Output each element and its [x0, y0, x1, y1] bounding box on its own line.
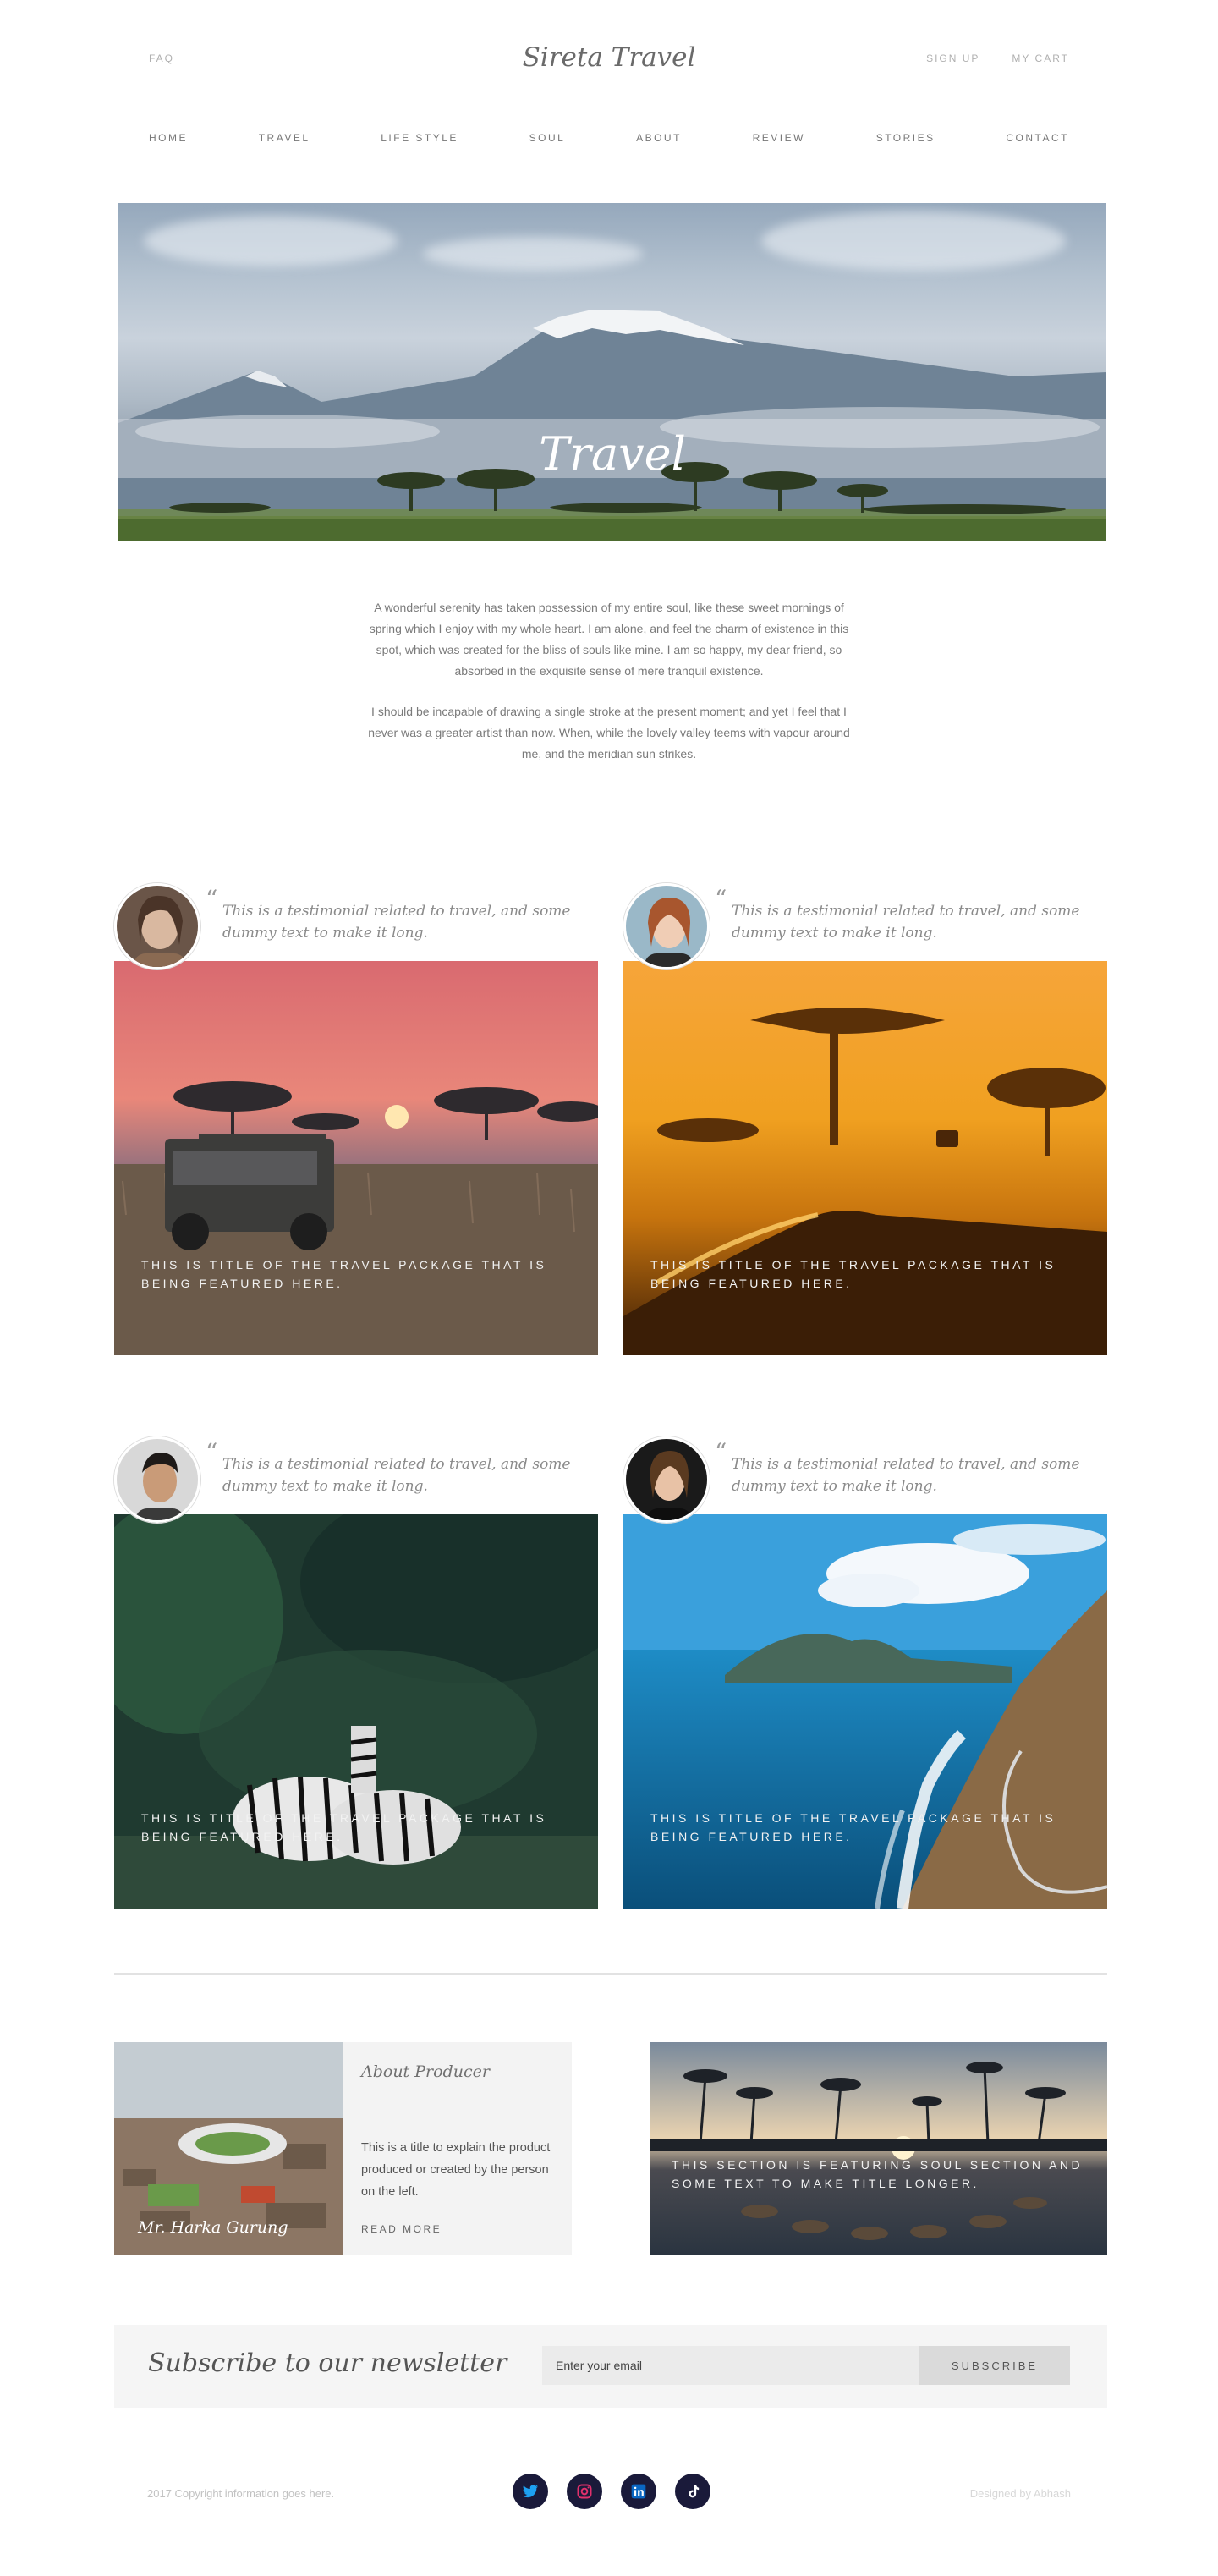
nav-item-contact[interactable]: CONTACT: [1006, 132, 1069, 144]
designer-credit: Designed by Abhash: [969, 2487, 1071, 2500]
sign-up-link[interactable]: SIGN UP: [926, 52, 979, 64]
intro-text: A wonderful serenity has taken possessio…: [365, 597, 853, 765]
nav-item-stories[interactable]: STORIES: [876, 132, 935, 144]
nav-item-about[interactable]: ABOUT: [636, 132, 682, 144]
soul-title: THIS SECTION IS FEATURING SOUL SECTION A…: [672, 2158, 1084, 2190]
email-field[interactable]: [542, 2346, 919, 2385]
card-title: THIS IS TITLE OF THE TRAVEL PACKAGE THAT…: [141, 1811, 547, 1843]
cart-link[interactable]: MY CART: [1012, 52, 1069, 64]
tiktok-icon[interactable]: [675, 2474, 710, 2509]
intro-paragraph: A wonderful serenity has taken possessio…: [369, 601, 849, 678]
testimonial-text: This is a testimonial related to travel,…: [732, 1456, 1080, 1495]
account-links: SIGN UP MY CART: [926, 52, 1069, 64]
producer-card: Mr. Harka Gurung About Producer This is …: [114, 2042, 572, 2255]
intro-paragraph: I should be incapable of drawing a singl…: [368, 705, 850, 761]
nav-item-travel[interactable]: TRAVEL: [259, 132, 310, 144]
testimonial-text: This is a testimonial related to travel,…: [222, 903, 571, 942]
producer-description: This is a title to explain the product p…: [361, 2141, 551, 2199]
nav-item-review[interactable]: REVIEW: [753, 132, 805, 144]
travel-photo[interactable]: THIS IS TITLE OF THE TRAVEL PACKAGE THAT…: [623, 1514, 1107, 1909]
producer-name: Mr. Harka Gurung: [138, 2218, 288, 2237]
card-title: THIS IS TITLE OF THE TRAVEL PACKAGE THAT…: [141, 1258, 547, 1290]
section-divider: [114, 1973, 1107, 1975]
nav-item-soul[interactable]: SOUL: [529, 132, 566, 144]
avatar: [623, 1436, 710, 1523]
avatar: [623, 883, 710, 969]
producer-photo: Mr. Harka Gurung: [114, 2042, 343, 2255]
travel-photo[interactable]: THIS IS TITLE OF THE TRAVEL PACKAGE THAT…: [114, 1514, 598, 1909]
travel-card[interactable]: “ This is a testimonial related to trave…: [623, 1436, 1107, 1909]
instagram-icon[interactable]: [567, 2474, 602, 2509]
linkedin-icon[interactable]: [621, 2474, 656, 2509]
testimonial-text: This is a testimonial related to travel,…: [222, 1456, 571, 1495]
travel-card[interactable]: “ This is a testimonial related to trave…: [623, 883, 1107, 1355]
hero-banner: Travel: [118, 203, 1106, 541]
travel-photo[interactable]: THIS IS TITLE OF THE TRAVEL PACKAGE THAT…: [114, 961, 598, 1355]
subscribe-button[interactable]: SUBSCRIBE: [919, 2346, 1070, 2385]
card-title: THIS IS TITLE OF THE TRAVEL PACKAGE THAT…: [650, 1811, 1056, 1843]
travel-card[interactable]: “ This is a testimonial related to trave…: [114, 883, 598, 1355]
avatar: [114, 1436, 200, 1523]
main-nav: HOME TRAVEL LIFE STYLE SOUL ABOUT REVIEW…: [149, 132, 1069, 144]
testimonial-text: This is a testimonial related to travel,…: [732, 903, 1080, 942]
twitter-icon[interactable]: [513, 2474, 548, 2509]
hero-landscape: [118, 310, 1106, 541]
hero-title: Travel: [539, 427, 686, 481]
quote-icon: “: [206, 885, 218, 913]
quote-icon: “: [715, 1438, 727, 1466]
quote-icon: “: [715, 885, 727, 913]
soul-feature[interactable]: THIS SECTION IS FEATURING SOUL SECTION A…: [650, 2042, 1107, 2255]
card-title: THIS IS TITLE OF THE TRAVEL PACKAGE THAT…: [650, 1258, 1056, 1290]
avatar: [114, 883, 200, 969]
producer-heading: About Producer: [361, 2062, 490, 2081]
top-bar: FAQ Sireta Travel SIGN UP MY CART: [0, 0, 1218, 118]
social-links: [513, 2474, 710, 2509]
newsletter-section: Subscribe to our newsletter SUBSCRIBE: [114, 2325, 1107, 2408]
nav-item-life-style[interactable]: LIFE STYLE: [381, 132, 458, 144]
copyright-text: 2017 Copyright information goes here.: [147, 2487, 335, 2500]
newsletter-title: Subscribe to our newsletter: [148, 2348, 508, 2378]
nav-item-home[interactable]: HOME: [149, 132, 188, 144]
quote-icon: “: [206, 1438, 218, 1466]
travel-card[interactable]: “ This is a testimonial related to trave…: [114, 1436, 598, 1909]
read-more-link[interactable]: READ MORE: [361, 2223, 442, 2235]
travel-photo[interactable]: THIS IS TITLE OF THE TRAVEL PACKAGE THAT…: [623, 961, 1107, 1355]
